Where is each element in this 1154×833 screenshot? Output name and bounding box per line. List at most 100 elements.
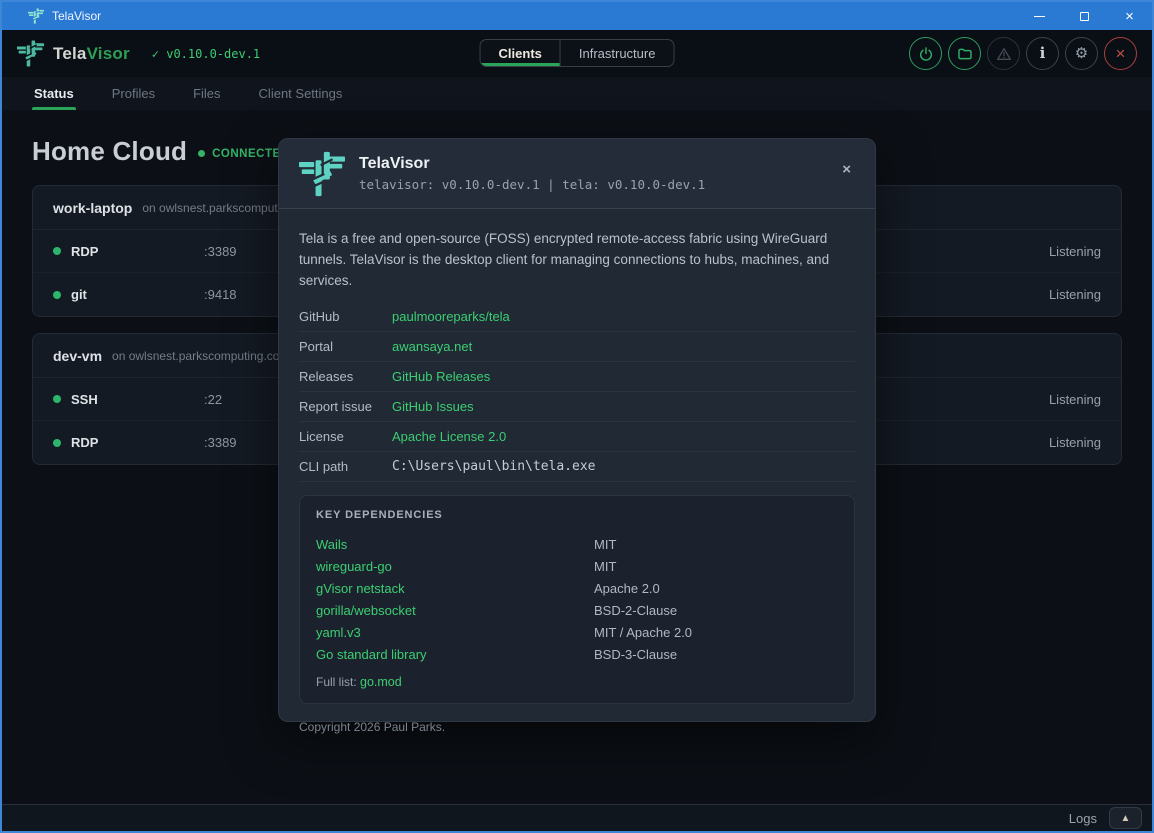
status-dot-icon: [53, 395, 61, 403]
app-version: ✓ v0.10.0-dev.1: [152, 47, 260, 61]
maximize-icon: [1080, 12, 1089, 21]
github-link[interactable]: paulmooreparks/tela: [392, 309, 855, 324]
maximize-button[interactable]: [1062, 2, 1107, 30]
warning-icon: [996, 46, 1012, 62]
machine-host: on owlsnest.parkscomputing.com: [112, 349, 289, 363]
subnav-item-profiles[interactable]: Profiles: [110, 77, 157, 110]
full-list-line: Full list: go.mod: [316, 675, 838, 689]
dependency-link[interactable]: yaml.v3: [316, 625, 594, 640]
row-label: Releases: [299, 369, 392, 384]
dependency-link[interactable]: Wails: [316, 537, 594, 552]
brand-name: TelaVisor: [53, 44, 130, 64]
key-dependencies-panel: KEY DEPENDENCIES Wails MIT wireguard-go …: [299, 495, 855, 704]
dependency-link[interactable]: wireguard-go: [316, 559, 594, 574]
about-dialog-body: Tela is a free and open-source (FOSS) en…: [279, 209, 875, 734]
row-label: CLI path: [299, 459, 392, 474]
window-controls: ×: [1017, 2, 1152, 30]
about-row-cli-path: CLI path C:\Users\paul\bin\tela.exe: [299, 452, 855, 482]
row-label: Portal: [299, 339, 392, 354]
dependency-license: MIT: [594, 537, 838, 552]
info-button[interactable]: i: [1026, 37, 1059, 70]
power-icon: [918, 46, 934, 62]
brand-name-primary: Tela: [53, 44, 87, 63]
subnav-item-files[interactable]: Files: [191, 77, 222, 110]
service-name: RDP: [71, 244, 204, 259]
minimize-button[interactable]: [1017, 2, 1062, 30]
minimize-icon: [1034, 16, 1045, 17]
open-folder-button[interactable]: [948, 37, 981, 70]
folder-icon: [957, 46, 973, 62]
go-mod-link[interactable]: go.mod: [360, 675, 402, 689]
dependency-row: wireguard-go MIT: [316, 556, 838, 578]
tab-clients[interactable]: Clients: [481, 40, 560, 66]
dependency-row: gorilla/websocket BSD-2-Clause: [316, 600, 838, 622]
close-icon: ×: [1125, 9, 1134, 24]
about-title: TelaVisor: [359, 155, 705, 173]
app-logo-icon: [28, 8, 44, 24]
status-dot-icon: [198, 150, 205, 157]
mode-tabs: Clients Infrastructure: [480, 39, 675, 67]
app-logo-icon: [299, 151, 345, 197]
service-name: git: [71, 287, 204, 302]
dependency-license: Apache 2.0: [594, 581, 838, 596]
header-actions: i ⚙ ×: [909, 37, 1137, 70]
machine-name: work-laptop: [53, 200, 132, 216]
dependency-row: yaml.v3 MIT / Apache 2.0: [316, 622, 838, 644]
service-port: :3389: [204, 244, 237, 259]
warnings-button[interactable]: [987, 37, 1020, 70]
service-name: RDP: [71, 435, 204, 450]
releases-link[interactable]: GitHub Releases: [392, 369, 855, 384]
cli-path-value: C:\Users\paul\bin\tela.exe: [392, 459, 855, 474]
subnav-item-client-settings[interactable]: Client Settings: [257, 77, 345, 110]
service-name: SSH: [71, 392, 204, 407]
portal-link[interactable]: awansaya.net: [392, 339, 855, 354]
service-port: :22: [204, 392, 222, 407]
status-dot-icon: [53, 247, 61, 255]
license-link[interactable]: Apache License 2.0: [392, 429, 855, 444]
chevron-up-icon: ▲: [1121, 813, 1131, 824]
power-button[interactable]: [909, 37, 942, 70]
brand: TelaVisor ✓ v0.10.0-dev.1: [17, 40, 260, 67]
about-title-block: TelaVisor telavisor: v0.10.0-dev.1 | tel…: [359, 155, 705, 192]
dependency-link[interactable]: Go standard library: [316, 647, 594, 662]
dependency-license: BSD-3-Clause: [594, 647, 838, 662]
full-list-label: Full list:: [316, 675, 357, 689]
row-label: GitHub: [299, 309, 392, 324]
about-row-report-issue: Report issue GitHub Issues: [299, 392, 855, 422]
dependencies-heading: KEY DEPENDENCIES: [316, 509, 838, 521]
app-header: TelaVisor ✓ v0.10.0-dev.1 Clients Infras…: [2, 30, 1152, 77]
report-issue-link[interactable]: GitHub Issues: [392, 399, 855, 414]
service-state: Listening: [1049, 435, 1101, 450]
dependency-license: BSD-2-Clause: [594, 603, 838, 618]
about-dialog-header: TelaVisor telavisor: v0.10.0-dev.1 | tel…: [279, 139, 875, 209]
about-row-license: License Apache License 2.0: [299, 422, 855, 452]
about-row-releases: Releases GitHub Releases: [299, 362, 855, 392]
settings-button[interactable]: ⚙: [1065, 37, 1098, 70]
dependency-row: gVisor netstack Apache 2.0: [316, 578, 838, 600]
dependency-link[interactable]: gVisor netstack: [316, 581, 594, 596]
status-dot-icon: [53, 439, 61, 447]
close-window-button[interactable]: ×: [1107, 2, 1152, 30]
row-label: License: [299, 429, 392, 444]
gear-icon: ⚙: [1075, 46, 1088, 61]
dependency-link[interactable]: gorilla/websocket: [316, 603, 594, 618]
window-titlebar: TelaVisor ×: [2, 2, 1152, 30]
service-state: Listening: [1049, 287, 1101, 302]
app-window: TelaVisor × TelaVisor ✓ v0.10.0-dev.1 Cl…: [0, 0, 1154, 833]
about-row-github: GitHub paulmooreparks/tela: [299, 302, 855, 332]
quit-button[interactable]: ×: [1104, 37, 1137, 70]
page-title: Home Cloud: [32, 136, 187, 167]
service-state: Listening: [1049, 244, 1101, 259]
machine-name: dev-vm: [53, 348, 102, 364]
logs-toggle-button[interactable]: ▲: [1109, 807, 1142, 829]
about-version-line: telavisor: v0.10.0-dev.1 | tela: v0.10.0…: [359, 177, 705, 192]
copyright-text: Copyright 2026 Paul Parks.: [299, 720, 855, 734]
subnav: Status Profiles Files Client Settings: [2, 77, 1152, 110]
close-icon: ×: [842, 161, 851, 178]
subnav-item-status[interactable]: Status: [32, 77, 76, 110]
status-dot-icon: [53, 291, 61, 299]
tab-infrastructure[interactable]: Infrastructure: [560, 40, 674, 66]
logs-label: Logs: [1069, 811, 1097, 826]
dialog-close-button[interactable]: ×: [836, 161, 857, 178]
window-title: TelaVisor: [52, 9, 101, 23]
